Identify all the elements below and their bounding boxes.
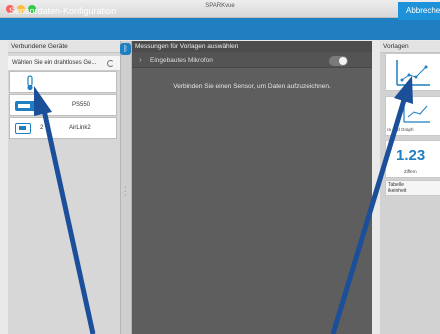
chevron-right-icon[interactable]: › xyxy=(139,55,142,64)
templates-title: Vorlagen xyxy=(380,41,440,53)
device-name: AirLink2 xyxy=(69,125,91,131)
cancel-button[interactable]: Abbrecher xyxy=(398,2,440,20)
template-label: Ziffern xyxy=(404,169,417,174)
graph-icon xyxy=(403,102,430,123)
ps550-icon xyxy=(15,101,40,111)
app-header xyxy=(0,18,440,40)
digits-value: 1.23 xyxy=(396,147,426,164)
device-name: PS550 xyxy=(72,102,91,108)
device-card-ps550[interactable]: PS550 xyxy=(9,94,117,116)
connected-devices-title: Verbundene Geräte xyxy=(8,41,120,53)
toggle-knob xyxy=(339,57,347,65)
bluetooth-icon[interactable]: ᛒ xyxy=(120,43,131,55)
microphone-label: Eingebautes Mikrofon xyxy=(150,57,213,64)
airlink-icon xyxy=(15,123,31,134)
drag-handle-icon[interactable]: · · · xyxy=(124,184,126,199)
wireless-device-selector[interactable]: Wählen Sie ein drahtloses Ge... xyxy=(8,56,120,71)
template-digits-graph[interactable]: ra und Graph xyxy=(385,96,440,136)
microphone-toggle[interactable] xyxy=(329,56,348,66)
device-number: 2 xyxy=(40,125,44,131)
template-digits[interactable]: 1.23 Ziffern xyxy=(385,140,440,178)
loading-spinner-icon xyxy=(107,60,114,67)
graph-icon xyxy=(396,60,430,86)
device-card-airlink[interactable]: 2 AirLink2 xyxy=(9,117,117,139)
template-sublabel: ikeinheit xyxy=(388,188,407,194)
device-card-thermometer[interactable] xyxy=(9,71,117,93)
page-title: Sensordaten-Konfiguration xyxy=(9,6,117,16)
connect-sensor-message: Verbinden Sie einen Sensor, um Daten auf… xyxy=(173,83,331,90)
template-label: ra und Graph xyxy=(387,127,414,132)
template-graph[interactable] xyxy=(385,53,440,91)
thermometer-icon xyxy=(27,75,33,91)
template-table[interactable]: Tabelle ikeinheit xyxy=(385,180,440,196)
